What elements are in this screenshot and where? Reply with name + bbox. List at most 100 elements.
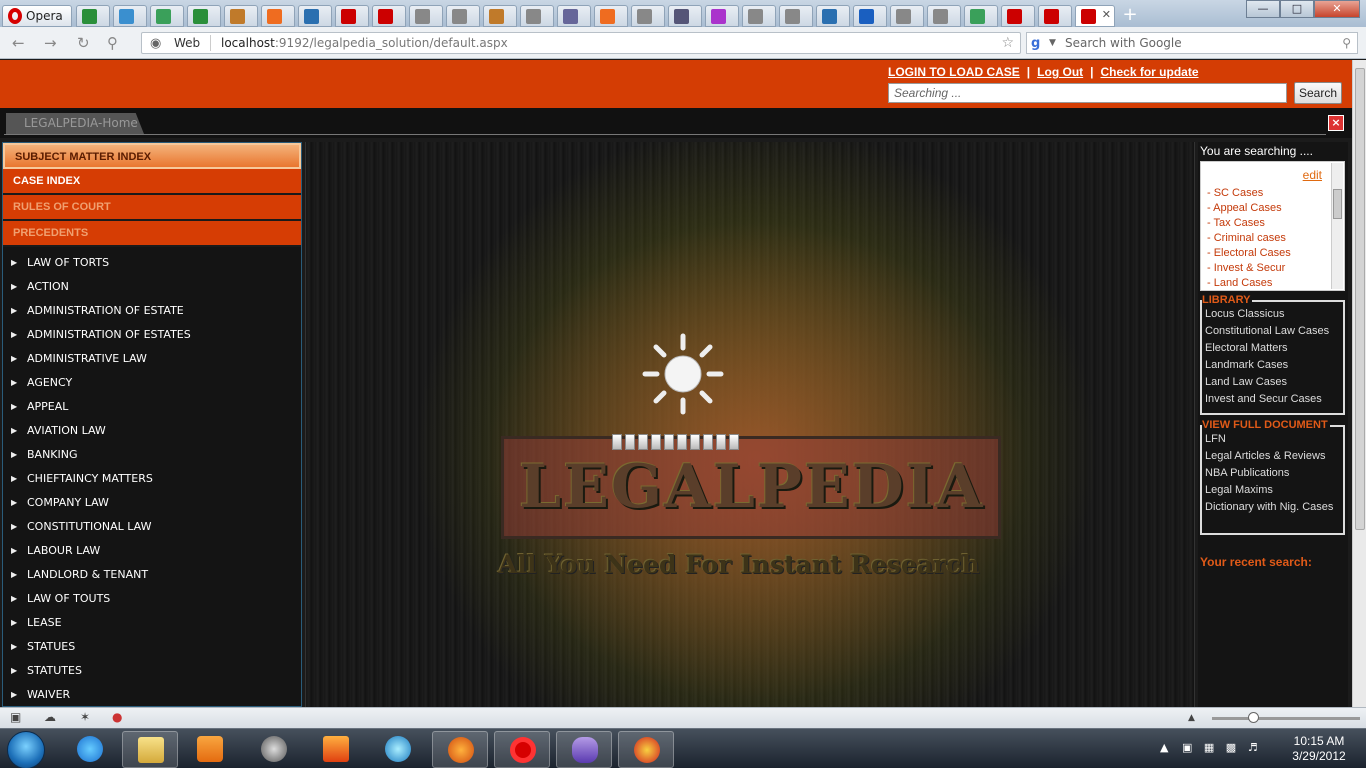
unite-cloud-icon[interactable]: ☁ [44, 710, 56, 724]
subject-item[interactable]: ▶ LANDLORD & TENANT [3, 563, 301, 587]
expand-arrow-icon[interactable]: ▶ [11, 371, 17, 395]
site-search-input[interactable]: Searching ... [888, 83, 1287, 103]
browser-tab[interactable] [927, 5, 961, 27]
subject-item[interactable]: ▶ APPEAL [3, 395, 301, 419]
subject-item[interactable]: ▶ ACTION [3, 275, 301, 299]
browser-tab[interactable] [76, 5, 110, 27]
back-icon[interactable]: ← [12, 34, 25, 52]
categories-scrollbar-thumb[interactable] [1333, 189, 1342, 219]
category-case-index[interactable]: CASE INDEX [3, 169, 301, 195]
browser-tab[interactable] [150, 5, 184, 27]
expand-arrow-icon[interactable]: ▶ [11, 275, 17, 299]
full-document-link[interactable]: Legal Articles & Reviews [1205, 448, 1340, 465]
full-document-link[interactable]: Legal Maxims [1205, 482, 1340, 499]
system-clock[interactable]: 10:15 AM 3/29/2012 [1284, 734, 1354, 764]
login-load-case-link[interactable]: LOGIN TO LOAD CASE [888, 65, 1020, 79]
library-link[interactable]: Electoral Matters [1205, 340, 1340, 357]
expand-arrow-icon[interactable]: ▶ [11, 611, 17, 635]
reload-icon[interactable]: ↻ [77, 34, 90, 52]
site-search-button[interactable]: Search [1294, 82, 1342, 104]
browser-tab[interactable] [1038, 5, 1072, 27]
opera-menu-button[interactable]: Opera [2, 5, 72, 27]
subject-item[interactable]: ▶ LABOUR LAW [3, 539, 301, 563]
library-link[interactable]: Land Law Cases [1205, 374, 1340, 391]
taskbar-visual-studio[interactable] [556, 731, 612, 768]
category-precedents[interactable]: PRECEDENTS [3, 221, 301, 247]
link-share-icon[interactable]: ✶ [80, 710, 90, 724]
taskbar-legalpedia[interactable] [618, 731, 674, 768]
subject-item[interactable]: ▶ ADMINISTRATION OF ESTATES [3, 323, 301, 347]
expand-arrow-icon[interactable]: ▶ [11, 323, 17, 347]
library-link[interactable]: Landmark Cases [1205, 357, 1340, 374]
search-category-item[interactable]: - Appeal Cases [1207, 201, 1291, 216]
subject-item[interactable]: ▶ LAW OF TORTS [3, 251, 301, 275]
logout-link[interactable]: Log Out [1037, 65, 1083, 79]
browser-tab[interactable] [224, 5, 258, 27]
subject-item[interactable]: ▶ BANKING [3, 443, 301, 467]
browser-tab[interactable] [483, 5, 517, 27]
browser-tab[interactable] [335, 5, 369, 27]
search-icon[interactable]: ⚲ [1342, 33, 1351, 53]
url-field[interactable]: ◉ Web localhost:9192/legalpedia_solution… [141, 32, 1021, 54]
subject-item[interactable]: ▶ AVIATION LAW [3, 419, 301, 443]
start-button[interactable] [7, 731, 45, 768]
subject-item[interactable]: ▶ ADMINISTRATION OF ESTATE [3, 299, 301, 323]
search-category-item[interactable]: - Criminal cases [1207, 231, 1291, 246]
panel-toggle-icon[interactable]: ▣ [10, 710, 21, 724]
subject-item[interactable]: ▶ ADMINISTRATIVE LAW [3, 347, 301, 371]
zoom-slider-knob[interactable] [1248, 712, 1259, 723]
browser-tab[interactable] [779, 5, 813, 27]
subject-item[interactable]: ▶ CHIEFTAINCY MATTERS [3, 467, 301, 491]
expand-arrow-icon[interactable]: ▶ [11, 539, 17, 563]
browser-tab[interactable] [261, 5, 295, 27]
browser-tab[interactable] [964, 5, 998, 27]
browser-tab[interactable] [705, 5, 739, 27]
expand-arrow-icon[interactable]: ▶ [11, 683, 17, 707]
subject-item[interactable]: ▶ WAIVER [3, 683, 301, 707]
expand-arrow-icon[interactable]: ▶ [11, 587, 17, 611]
browser-tab[interactable] [631, 5, 665, 27]
search-category-item[interactable]: - Invest & Secur [1207, 261, 1291, 276]
full-document-link[interactable]: NBA Publications [1205, 465, 1340, 482]
browser-tab[interactable] [298, 5, 332, 27]
library-link[interactable]: Constitutional Law Cases [1205, 323, 1340, 340]
browser-tab[interactable] [1001, 5, 1035, 27]
expand-arrow-icon[interactable]: ▶ [11, 443, 17, 467]
volume-icon[interactable]: ♬ [1248, 741, 1258, 754]
taskbar-hp[interactable] [246, 731, 302, 768]
expand-arrow-icon[interactable]: ▶ [11, 635, 17, 659]
taskbar-ie[interactable] [62, 731, 118, 768]
subject-item[interactable]: ▶ AGENCY [3, 371, 301, 395]
browser-tab[interactable] [557, 5, 591, 27]
expand-arrow-icon[interactable]: ▶ [11, 563, 17, 587]
browser-tab[interactable] [372, 5, 406, 27]
google-search-field[interactable]: g ▼ Search with Google ⚲ [1026, 32, 1358, 54]
tray-app-icon[interactable]: ▣ [1182, 741, 1192, 754]
page-scrollbar[interactable] [1352, 60, 1366, 707]
maximize-button[interactable]: □ [1280, 0, 1314, 18]
bookmark-star-icon[interactable]: ☆ [1001, 33, 1014, 53]
taskbar-media-player[interactable] [182, 731, 238, 768]
subject-item[interactable]: ▶ COMPANY LAW [3, 491, 301, 515]
zoom-up-icon[interactable]: ▲ [1188, 713, 1195, 723]
expand-arrow-icon[interactable]: ▶ [11, 419, 17, 443]
library-link[interactable]: Invest and Secur Cases [1205, 391, 1340, 408]
browser-tab[interactable] [668, 5, 702, 27]
new-tab-button[interactable]: + [1118, 5, 1142, 27]
expand-arrow-icon[interactable]: ▶ [11, 299, 17, 323]
search-category-item[interactable]: - SC Cases [1207, 186, 1291, 201]
browser-tab[interactable] [409, 5, 443, 27]
category-subject-matter-index[interactable]: SUBJECT MATTER INDEX [3, 143, 301, 169]
tab-legalpedia-home[interactable]: LEGALPEDIA-Home [6, 113, 144, 134]
expand-arrow-icon[interactable]: ▶ [11, 347, 17, 371]
minimize-button[interactable]: — [1246, 0, 1280, 18]
close-tab-icon[interactable]: × [1328, 115, 1344, 131]
tab-close-icon[interactable]: ✕ [1102, 8, 1111, 21]
check-update-link[interactable]: Check for update [1101, 65, 1199, 79]
taskbar-opera[interactable] [494, 731, 550, 768]
expand-arrow-icon[interactable]: ▶ [11, 491, 17, 515]
browser-tab[interactable] [594, 5, 628, 27]
browser-tab[interactable] [890, 5, 924, 27]
show-hidden-icons[interactable]: ▲ [1160, 741, 1168, 754]
search-category-item[interactable]: - Land Cases [1207, 276, 1291, 291]
